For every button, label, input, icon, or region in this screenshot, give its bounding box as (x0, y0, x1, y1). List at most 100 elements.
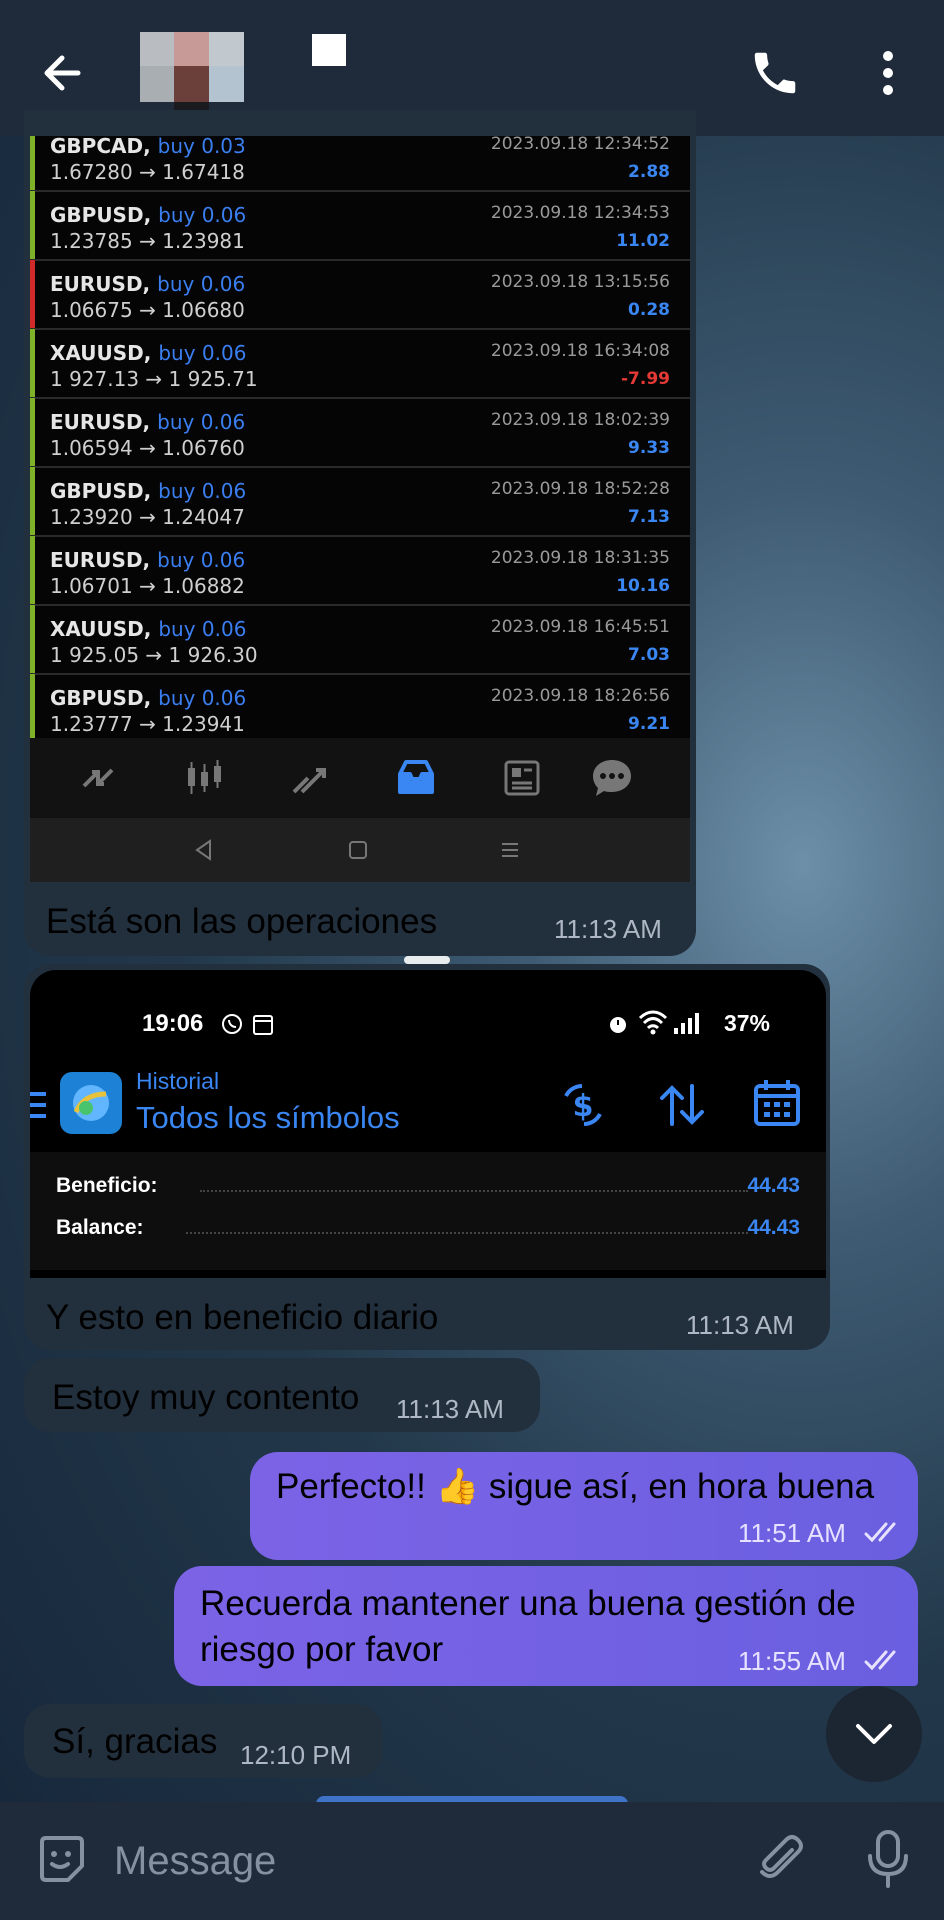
trade-row[interactable]: EURUSD, buy 0.06 1.06594 → 1.06760 2023.09… (30, 398, 690, 468)
trade-row[interactable]: XAUUSD, buy 0.06 1 927.13 → 1 925.71 2023.… (30, 329, 690, 399)
trade-row[interactable]: GBPCAD, buy 0.03 1.67280 → 1.67418 2023.09… (30, 136, 690, 192)
trade-profit: 10.16 (616, 576, 670, 596)
trade-side-indicator (30, 605, 35, 673)
trade-profit: 9.33 (628, 438, 670, 458)
sort-icon[interactable] (658, 1080, 706, 1130)
calendar-icon[interactable] (752, 1078, 802, 1128)
hamburger-icon[interactable] (30, 1088, 48, 1124)
trade-date: 2023.09.18 12:34:52 (490, 136, 670, 154)
back-button[interactable] (38, 46, 92, 100)
news-icon (504, 760, 540, 796)
trade-prices: 1.23920 → 1.24047 (50, 505, 245, 529)
wifi-icon (638, 1010, 668, 1035)
trade-side-indicator (30, 191, 35, 259)
calendar-small-icon (253, 1015, 273, 1035)
trade-direction: buy 0.03 (157, 136, 246, 158)
trade-symbol-text: EURUSD, (50, 410, 151, 434)
history-title[interactable]: Todos los símbolos (136, 1100, 400, 1136)
message-input[interactable] (112, 1830, 736, 1892)
trade-direction: buy 0.06 (158, 203, 247, 227)
trade-symbol-text: GBPCAD, (50, 136, 151, 158)
trade-row[interactable]: XAUUSD, buy 0.06 1 925.05 → 1 926.30 2023.… (30, 605, 690, 675)
trade-side-indicator (30, 260, 35, 328)
message-text: Perfecto!! 👍 sigue así, en hora buena (276, 1467, 875, 1506)
dotted-leader (200, 1190, 748, 1192)
avatar[interactable] (140, 32, 244, 168)
scroll-to-bottom-button[interactable] (826, 1686, 922, 1782)
trade-direction: buy 0.06 (157, 410, 246, 434)
double-check-icon (864, 1522, 896, 1543)
balance-value: 44.43 (747, 1216, 800, 1239)
trade-direction: buy 0.06 (158, 341, 247, 365)
drag-handle (404, 956, 450, 964)
trade-profit: 2.88 (628, 162, 670, 182)
call-button[interactable] (748, 46, 802, 100)
trade-symbol-text: EURUSD, (50, 548, 151, 572)
trade-date: 2023.09.18 12:34:53 (490, 203, 670, 223)
trade-date: 2023.09.18 18:31:35 (490, 548, 670, 568)
dotted-leader (186, 1232, 748, 1234)
trade-row[interactable]: EURUSD, buy 0.06 1.06675 → 1.06680 2023.09… (30, 260, 690, 330)
trade-date: 2023.09.18 13:15:56 (490, 272, 670, 292)
trade-prices: 1.67280 → 1.67418 (50, 160, 245, 184)
trades-screenshot[interactable]: GBPCAD, buy 0.03 1.67280 → 1.67418 2023.09… (30, 136, 690, 882)
trade-symbol: EURUSD, buy 0.06 (50, 272, 245, 296)
trade-profit: -7.99 (621, 369, 670, 389)
trade-profit: 9.21 (628, 714, 670, 734)
nav-recents-icon (502, 843, 518, 857)
history-screenshot[interactable]: 19:06 37% Historial Todos los símbolos $… (30, 970, 826, 1278)
more-menu-button[interactable] (870, 48, 906, 98)
trade-symbol: GBPUSD, buy 0.06 (50, 479, 246, 503)
message-text: Estoy muy contento (52, 1378, 360, 1417)
history-summary: Beneficio: 44.43 Balance: 44.43 (30, 1152, 826, 1276)
trade-symbol-text: GBPUSD, (50, 479, 152, 503)
trade-date: 2023.09.18 18:52:28 (490, 479, 670, 499)
trade-symbol-text: GBPUSD, (50, 203, 152, 227)
trade-side-indicator (30, 398, 35, 466)
alarm-icon (610, 1017, 626, 1033)
message-time: 11:55 AM (738, 1646, 846, 1676)
trade-symbol: GBPUSD, buy 0.06 (50, 686, 246, 710)
trade-direction: buy 0.06 (157, 548, 246, 572)
trade-side-indicator (30, 674, 35, 742)
trade-symbol-text: GBPUSD, (50, 686, 152, 710)
trade-symbol: XAUUSD, buy 0.06 (50, 341, 246, 365)
microphone-icon[interactable] (862, 1828, 914, 1890)
trade-symbol: GBPUSD, buy 0.06 (50, 203, 246, 227)
trade-prices: 1.06594 → 1.06760 (50, 436, 245, 460)
message-time: 11:13 AM (554, 914, 662, 944)
trade-symbol: EURUSD, buy 0.06 (50, 548, 245, 572)
more-vertical-icon (883, 51, 893, 95)
trade-row[interactable]: GBPUSD, buy 0.06 1.23777 → 1.23941 2023.09… (30, 674, 690, 744)
phone-icon (754, 52, 796, 94)
contact-name-placeholder[interactable] (312, 34, 346, 66)
trade-row[interactable]: GBPUSD, buy 0.06 1.23920 → 1.24047 2023.09… (30, 467, 690, 537)
attach-icon[interactable] (752, 1832, 808, 1888)
trade-side-indicator (30, 467, 35, 535)
trade-row[interactable]: GBPUSD, buy 0.06 1.23785 → 1.23981 2023.09… (30, 191, 690, 261)
trade-row[interactable]: EURUSD, buy 0.06 1.06701 → 1.06882 2023.09… (30, 536, 690, 606)
beneficio-label: Beneficio: (56, 1174, 158, 1197)
trade-symbol: XAUUSD, buy 0.06 (50, 617, 246, 641)
trade-symbol: GBPCAD, buy 0.03 (50, 136, 246, 158)
currency-exchange-icon[interactable]: $ (558, 1080, 608, 1130)
trade-prices: 1 927.13 → 1 925.71 (50, 367, 258, 391)
balance-label: Balance: (56, 1216, 144, 1239)
system-nav-bar (30, 818, 690, 882)
trade-side-indicator (30, 329, 35, 397)
trade-prices: 1 925.05 → 1 926.30 (50, 643, 258, 667)
trade-symbol: EURUSD, buy 0.06 (50, 410, 245, 434)
divider (30, 1270, 826, 1276)
trade-profit: 7.03 (628, 645, 670, 665)
trade-symbol-text: XAUUSD, (50, 341, 152, 365)
chat-icon (593, 760, 631, 796)
battery-level: 37% (723, 1010, 770, 1036)
sticker-icon[interactable] (34, 1832, 90, 1888)
trade-icon (292, 768, 326, 794)
mt-bottom-toolbar (30, 738, 690, 818)
trade-prices: 1.06701 → 1.06882 (50, 574, 245, 598)
trade-side-indicator (30, 136, 35, 190)
message-composer (0, 1802, 944, 1920)
message-text: Sí, gracias (52, 1722, 218, 1761)
chevron-down-icon (856, 1724, 892, 1744)
